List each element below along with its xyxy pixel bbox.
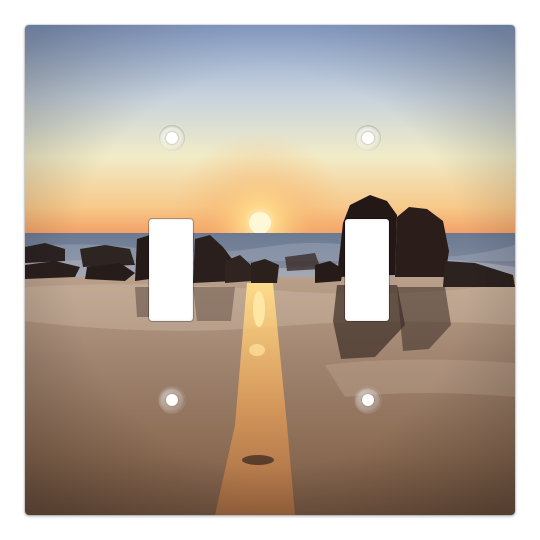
right-toggle-switch-opening[interactable] — [345, 219, 389, 321]
top-right-screw-icon — [355, 125, 381, 151]
product-image — [0, 0, 540, 540]
sunset-photo — [25, 25, 515, 515]
switch-plate — [25, 25, 515, 515]
bottom-left-screw-icon — [159, 387, 185, 413]
top-left-screw-icon — [159, 125, 185, 151]
bottom-right-screw-icon — [355, 387, 381, 413]
left-toggle-switch-opening[interactable] — [149, 219, 193, 321]
vignette — [25, 25, 515, 515]
